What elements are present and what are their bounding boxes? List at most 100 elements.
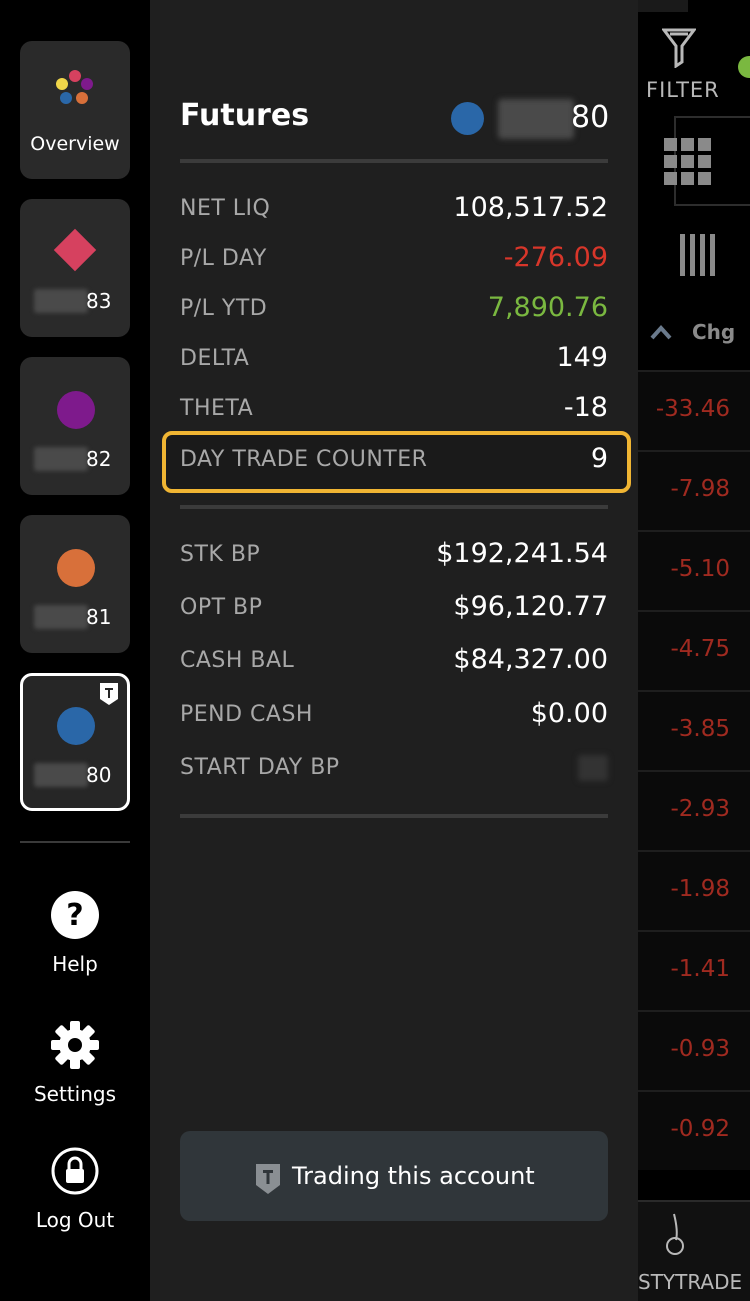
divider xyxy=(180,505,608,509)
redacted-value xyxy=(578,755,608,781)
change-value: -0.93 xyxy=(670,1036,730,1062)
metric-value: 9 xyxy=(590,443,608,474)
help-button[interactable]: ? Help xyxy=(0,890,150,976)
bp-row-start-day: START DAY BP xyxy=(180,749,608,789)
metric-label: DELTA xyxy=(180,346,250,371)
trading-shield-icon xyxy=(256,1164,280,1194)
gear-icon xyxy=(51,1021,99,1069)
trading-shield-icon xyxy=(100,683,118,705)
list-item[interactable]: -4.75 xyxy=(638,610,750,690)
settings-label: Settings xyxy=(33,1082,117,1106)
chg-column-header[interactable]: Chg xyxy=(692,320,735,344)
filter-label[interactable]: FILTER xyxy=(646,78,720,102)
settings-button[interactable]: Settings xyxy=(0,1020,150,1106)
list-item[interactable]: -0.93 xyxy=(638,1010,750,1090)
account-suffix: 83 xyxy=(86,289,112,313)
filter-icon[interactable] xyxy=(662,28,696,68)
metric-value: -18 xyxy=(563,392,608,423)
redacted-account-number xyxy=(34,289,88,313)
panel-title: Futures xyxy=(180,98,310,133)
metric-label: DAY TRADE COUNTER xyxy=(180,447,428,472)
change-value: -7.98 xyxy=(670,476,730,502)
change-value: -0.92 xyxy=(670,1116,730,1142)
account-tile-80[interactable]: 80 xyxy=(20,673,130,811)
svg-text:?: ? xyxy=(66,898,83,933)
bp-row-opt: OPT BP $96,120.77 xyxy=(180,589,608,629)
account-color-dot xyxy=(57,549,95,587)
bp-label: PEND CASH xyxy=(180,702,313,727)
sidebar-divider xyxy=(20,841,130,843)
change-value: -4.75 xyxy=(670,636,730,662)
trading-button-label: Trading this account xyxy=(292,1162,535,1190)
account-diamond-icon xyxy=(53,228,97,272)
bp-label: CASH BAL xyxy=(180,648,295,673)
list-item[interactable]: -5.10 xyxy=(638,530,750,610)
list-item[interactable]: -1.98 xyxy=(638,850,750,930)
bp-row-stk: STK BP $192,241.54 xyxy=(180,536,608,576)
bp-value: $0.00 xyxy=(530,698,608,729)
redacted-account-number xyxy=(34,763,88,787)
list-item[interactable]: -7.98 xyxy=(638,450,750,530)
cherry-icon[interactable] xyxy=(660,1212,690,1256)
metric-row-pl-ytd: P/L YTD 7,890.76 xyxy=(180,290,608,330)
change-value: -3.85 xyxy=(670,716,730,742)
status-dot xyxy=(738,56,750,78)
sort-ascending-icon[interactable] xyxy=(650,324,672,340)
list-item[interactable]: -1.41 xyxy=(638,930,750,1010)
stytrade-tab-label[interactable]: STYTRADE xyxy=(638,1270,742,1294)
bp-label: OPT BP xyxy=(180,595,263,620)
change-value: -1.41 xyxy=(670,956,730,982)
change-value: -2.93 xyxy=(670,796,730,822)
lock-icon xyxy=(51,1147,99,1195)
list-item[interactable]: -0.92 xyxy=(638,1090,750,1170)
list-item[interactable]: -2.93 xyxy=(638,770,750,850)
trading-this-account-button[interactable]: Trading this account xyxy=(180,1131,608,1221)
bp-value: $192,241.54 xyxy=(436,538,608,569)
account-tile-83[interactable]: 83 xyxy=(20,199,130,337)
bp-value: $84,327.00 xyxy=(453,644,608,675)
overview-label: Overview xyxy=(30,133,120,155)
columns-icon[interactable] xyxy=(680,234,718,276)
bp-value: $96,120.77 xyxy=(453,591,608,622)
list-item[interactable]: -33.46 xyxy=(638,370,750,450)
metric-value: 108,517.52 xyxy=(453,192,608,223)
divider xyxy=(180,159,608,163)
bp-label: STK BP xyxy=(180,542,261,567)
redacted-account-number xyxy=(34,605,88,629)
watchlist-partial: FILTER Chg -33.46 -7.98 -5.10 -4.75 -3.8… xyxy=(638,0,750,1301)
metric-row-pl-day: P/L DAY -276.09 xyxy=(180,240,608,280)
metric-label: NET LIQ xyxy=(180,196,271,221)
account-tile-81[interactable]: 81 xyxy=(20,515,130,653)
grid-icon xyxy=(664,138,711,185)
account-sidebar: Overview 83 82 81 80 ? Help Settings Log… xyxy=(0,0,150,1301)
overview-tile[interactable]: Overview xyxy=(20,41,130,179)
metric-row-day-trade-counter: DAY TRADE COUNTER 9 xyxy=(180,441,608,481)
account-tile-82[interactable]: 82 xyxy=(20,357,130,495)
change-value: -33.46 xyxy=(655,396,730,422)
metric-row-delta: DELTA 149 xyxy=(180,340,608,380)
metric-value: -276.09 xyxy=(503,242,608,273)
account-color-dot xyxy=(451,102,484,135)
change-value: -5.10 xyxy=(670,556,730,582)
help-label: Help xyxy=(52,952,98,976)
metric-label: P/L DAY xyxy=(180,246,267,271)
bp-row-pend-cash: PEND CASH $0.00 xyxy=(180,696,608,736)
bp-label: START DAY BP xyxy=(180,755,340,780)
divider xyxy=(180,814,608,818)
metric-row-theta: THETA -18 xyxy=(180,390,608,430)
metric-row-net-liq: NET LIQ 108,517.52 xyxy=(180,190,608,230)
redacted-account-number xyxy=(498,99,574,139)
redacted-account-number xyxy=(34,447,88,471)
overview-icon xyxy=(56,70,93,104)
help-icon: ? xyxy=(51,891,99,939)
top-tab-stub xyxy=(638,0,688,12)
metric-label: THETA xyxy=(180,396,254,421)
metric-value: 7,890.76 xyxy=(487,292,608,323)
metric-label: P/L YTD xyxy=(180,296,268,321)
logout-button[interactable]: Log Out xyxy=(0,1146,150,1232)
account-details-panel: Futures 80 NET LIQ 108,517.52 P/L DAY -2… xyxy=(150,0,638,1301)
account-suffix: 81 xyxy=(86,605,112,629)
grid-view-button[interactable] xyxy=(664,116,750,206)
list-item[interactable]: -3.85 xyxy=(638,690,750,770)
account-suffix: 80 xyxy=(571,100,610,135)
